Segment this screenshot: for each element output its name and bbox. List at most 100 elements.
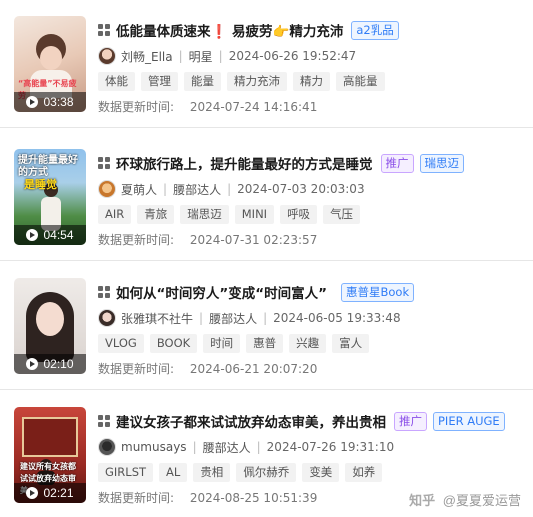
tag[interactable]: 精力 [293,72,330,91]
separator: | [263,311,268,325]
tag[interactable]: 变美 [302,463,340,482]
duration: 02:10 [43,357,74,371]
post-card[interactable]: 提升能量最好的方式 是睡觉 04:54 环球旅行路上，提升能量最好的方式是睡觉 … [0,133,533,261]
separator: | [256,440,261,454]
tag[interactable]: 气压 [323,205,361,224]
promo-badge[interactable]: 推广 [394,411,427,431]
post-title[interactable]: 环球旅行路上，提升能量最好的方式是睡觉 [116,153,373,173]
grid-icon [98,286,110,298]
person-face [40,46,62,70]
divider [0,389,533,390]
tag[interactable]: 贵相 [193,463,231,482]
avatar[interactable] [98,47,116,65]
tag[interactable]: 能量 [184,72,221,91]
duration-badge: 03:38 [14,92,86,112]
separator: | [163,182,168,196]
post-card[interactable]: 02:10 如何从“时间穷人”变成“时间富人” 惠普星Book 张雅琪不社牛 |… [0,262,533,390]
thumb-caption: 提升能量最好的方式 [18,155,78,178]
tag[interactable]: GIRLST [98,463,154,482]
video-thumbnail[interactable]: 建议所有女孩都试试放弃幼态审美 02:21 [14,407,86,503]
author-type: 腰部达人 [209,311,258,326]
author-name[interactable]: mumusays [121,440,187,454]
tag[interactable]: 惠普 [246,334,284,353]
tag-list: AIR 青旅 瑞思迈 MINI 呼吸 气压 [98,205,361,224]
tag-list: GIRLST AL 贵相 佩尔赫乔 变美 如养 [98,463,383,482]
author-name[interactable]: 张雅琪不社牛 [121,310,193,327]
tag[interactable]: 高能量 [336,72,385,91]
update-label: 数据更新时间: [98,100,175,114]
update-time: 2024-07-31 02:23:57 [189,233,318,247]
tag-list: VLOG BOOK 时间 惠普 兴趣 富人 [98,334,370,353]
tag[interactable]: AL [159,463,188,482]
thumb-caption-highlight: 是睡觉 [24,178,57,191]
brand-badge[interactable]: 惠普星Book [341,282,415,302]
tag[interactable]: 管理 [141,72,178,91]
avatar[interactable] [98,180,116,198]
divider [0,127,533,128]
tag[interactable]: 体能 [98,72,135,91]
grid-icon [98,24,110,36]
play-icon [26,229,39,241]
person-face [36,302,64,336]
duration: 03:38 [43,95,74,109]
avatar[interactable] [98,438,116,456]
separator: | [192,440,197,454]
grid-icon [98,157,110,169]
duration: 04:54 [43,228,74,242]
tag[interactable]: BOOK [149,334,198,353]
tag-list: 体能 管理 能量 精力充沛 精力 高能量 [98,72,385,91]
separator: | [199,311,204,325]
separator: | [227,182,232,196]
tag[interactable]: VLOG [98,334,144,353]
tag[interactable]: 精力充沛 [227,72,287,91]
update-label: 数据更新时间: [98,233,175,247]
post-card[interactable]: “高能量”不易疲劳 03:38 低能量体质速来❗ 易疲劳👉精力充沛 a2乳品 刘… [0,0,533,128]
painting-frame [22,417,78,457]
video-thumbnail[interactable]: 02:10 [14,278,86,374]
update-label: 数据更新时间: [98,362,175,376]
brand-badge[interactable]: a2乳品 [351,20,399,40]
video-thumbnail[interactable]: 提升能量最好的方式 是睡觉 04:54 [14,149,86,245]
author-name[interactable]: 刘畅_Ella [121,48,173,65]
brand-badge[interactable]: PIER AUGE [433,411,505,431]
tag[interactable]: AIR [98,205,132,224]
watermark-platform: 知乎 [409,493,436,508]
author-type: 腰部达人 [202,440,251,455]
update-label: 数据更新时间: [98,491,175,505]
duration: 02:21 [43,486,74,500]
brand-badge[interactable]: 瑞思迈 [419,153,464,173]
post-title[interactable]: 建议女孩子都来试试放弃幼态审美，养出贵相 [116,411,386,431]
tag[interactable]: 佩尔赫乔 [236,463,297,482]
tag[interactable]: 兴趣 [289,334,327,353]
publish-time: 2024-06-26 19:52:47 [228,49,357,63]
author-type: 腰部达人 [173,182,222,197]
avatar[interactable] [98,309,116,327]
post-title[interactable]: 低能量体质速来❗ 易疲劳👉精力充沛 [116,20,343,40]
video-thumbnail[interactable]: “高能量”不易疲劳 03:38 [14,16,86,112]
separator: | [178,49,183,63]
post-title[interactable]: 如何从“时间穷人”变成“时间富人” [116,282,327,302]
tag[interactable]: 青旅 [137,205,175,224]
promo-badge[interactable]: 推广 [380,153,414,173]
watermark-handle: @夏夏爱运营 [442,493,521,508]
tag[interactable]: 呼吸 [280,205,318,224]
grid-icon [98,415,110,427]
publish-time: 2024-07-03 20:03:03 [237,182,365,196]
tag[interactable]: 富人 [332,334,370,353]
tag[interactable]: MINI [234,205,275,224]
author-name[interactable]: 夏萌人 [121,181,157,198]
tag[interactable]: 时间 [203,334,241,353]
duration-badge: 02:21 [14,483,86,503]
publish-time: 2024-06-05 19:33:48 [273,311,401,325]
watermark: 知乎 @夏夏爱运营 [409,490,521,509]
tag[interactable]: 瑞思迈 [180,205,229,224]
play-icon [26,487,39,499]
separator: | [218,49,223,63]
tag[interactable]: 如养 [345,463,383,482]
author-type: 明星 [188,49,213,64]
publish-time: 2024-07-26 19:31:10 [266,440,395,454]
update-time: 2024-06-21 20:07:20 [189,362,318,376]
duration-badge: 02:10 [14,354,86,374]
duration-badge: 04:54 [14,225,86,245]
update-time: 2024-08-25 10:51:39 [189,491,318,505]
